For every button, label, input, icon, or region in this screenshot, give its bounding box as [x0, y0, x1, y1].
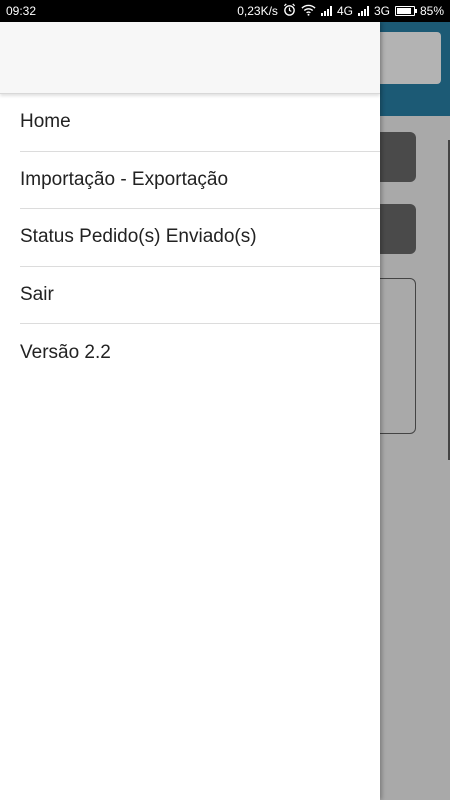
- menu-item-import-export[interactable]: Importação - Exportação: [20, 152, 380, 209]
- battery-icon: [394, 6, 417, 16]
- status-time: 09:32: [6, 4, 37, 18]
- navigation-drawer: Home Importação - Exportação Status Pedi…: [0, 22, 380, 800]
- network-speed: 0,23K/s: [237, 4, 278, 18]
- menu-item-home[interactable]: Home: [20, 94, 380, 152]
- status-indicators: 0,23K/s 4G 3G 85%: [237, 3, 444, 19]
- drawer-header: [0, 22, 380, 94]
- menu-item-order-status[interactable]: Status Pedido(s) Enviado(s): [20, 209, 380, 267]
- wifi-icon: [301, 4, 316, 19]
- signal-icon-2: [357, 6, 369, 16]
- signal-icon: [320, 6, 332, 16]
- menu-item-logout[interactable]: Sair: [20, 267, 380, 324]
- network-type-2: 3G: [373, 4, 390, 18]
- app-header-field: [370, 32, 441, 84]
- drawer-menu: Home Importação - Exportação Status Pedi…: [0, 94, 380, 382]
- battery-percent: 85%: [419, 4, 444, 18]
- menu-item-version: Versão 2.2: [20, 341, 111, 363]
- alarm-icon: [283, 3, 296, 19]
- network-type-1: 4G: [336, 4, 353, 18]
- status-bar: 09:32 0,23K/s 4G 3G 85%: [0, 0, 450, 22]
